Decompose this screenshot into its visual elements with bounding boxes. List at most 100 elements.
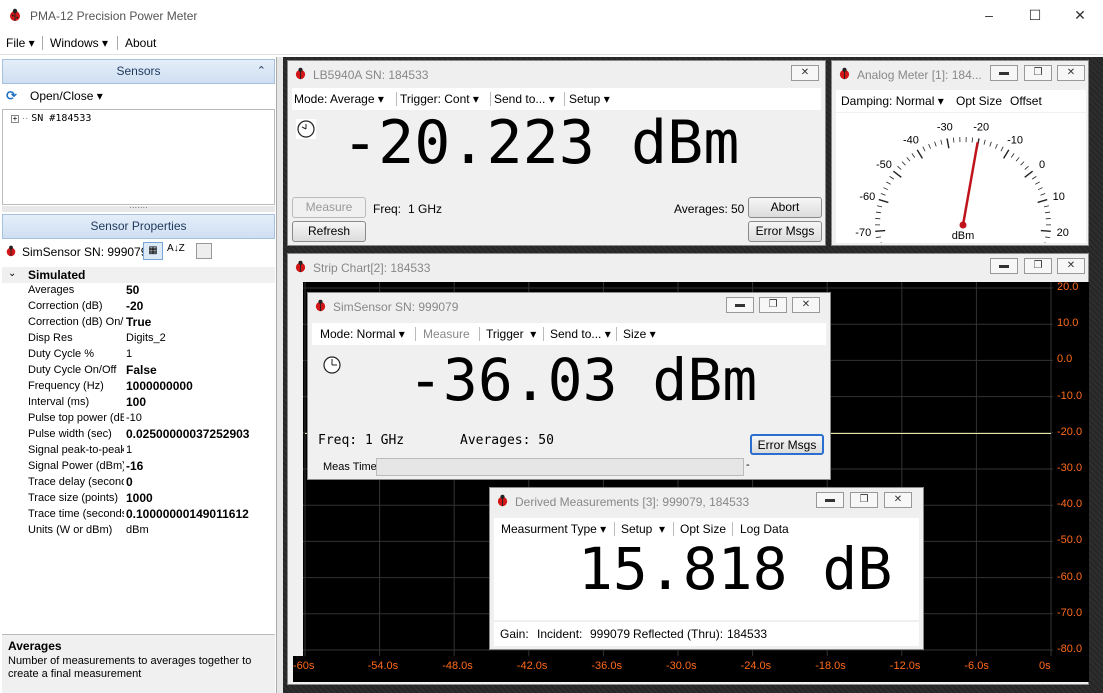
property-row[interactable]: Pulse width (sec) 0.02500000037252903: [2, 427, 275, 443]
refresh-button[interactable]: Refresh: [292, 221, 366, 242]
measurement-type-menu[interactable]: Measurment Type ▾: [501, 522, 606, 536]
minimize-icon[interactable]: –: [966, 4, 1012, 26]
property-row[interactable]: Correction (dB) -20: [2, 299, 275, 315]
categorized-icon[interactable]: ▦: [143, 242, 163, 260]
property-value[interactable]: True: [126, 315, 151, 329]
file-menu[interactable]: File ▾: [6, 36, 35, 50]
measure-menu[interactable]: Measure: [423, 327, 470, 341]
panel-splitter[interactable]: ·······: [2, 204, 275, 212]
property-row[interactable]: Pulse top power (dBm)-10: [2, 411, 275, 427]
setup-menu[interactable]: Setup ▾: [569, 92, 610, 106]
gauge-tick: [1040, 229, 1051, 232]
property-value[interactable]: -10: [126, 412, 142, 424]
close-icon[interactable]: ✕: [1057, 65, 1085, 81]
property-value[interactable]: -20: [126, 299, 143, 313]
property-row[interactable]: Trace size (points) 1000: [2, 491, 275, 507]
send-to-menu[interactable]: Send to... ▾: [494, 92, 555, 106]
send-to-menu[interactable]: Send to... ▾: [550, 327, 611, 341]
damping-menu[interactable]: Damping: Normal ▾: [841, 94, 944, 108]
close-icon[interactable]: ✕: [884, 492, 912, 508]
window-title: PMA-12 Precision Power Meter: [30, 9, 198, 23]
size-menu[interactable]: Size ▾: [623, 327, 656, 341]
tree-item-sensor[interactable]: + ·· SN #184533: [11, 113, 91, 124]
sensor-properties-header: Sensor Properties: [2, 214, 275, 239]
property-row[interactable]: Signal Power (dBm) -16: [2, 459, 275, 475]
trigger-menu[interactable]: Trigger: Cont ▾: [400, 92, 479, 106]
property-value[interactable]: 1000000000: [126, 379, 193, 393]
mode-menu[interactable]: Mode: Normal ▾: [320, 327, 405, 341]
property-value[interactable]: 1000: [126, 491, 153, 505]
property-row[interactable]: Correction (dB) On/OffTrue: [2, 315, 275, 331]
property-row[interactable]: Trace time (seconds) 0.10000000149011612: [2, 507, 275, 523]
property-row[interactable]: Disp Res Digits_2: [2, 331, 275, 347]
property-row[interactable]: Units (W or dBm) dBm: [2, 523, 275, 539]
property-row[interactable]: Duty Cycle On/Off False: [2, 363, 275, 379]
property-value[interactable]: 1: [126, 348, 132, 360]
property-value[interactable]: 1: [126, 444, 132, 456]
minimize-icon[interactable]: ▬: [816, 492, 844, 508]
property-row[interactable]: Interval (ms) 100: [2, 395, 275, 411]
expand-icon[interactable]: +: [11, 115, 19, 123]
minimize-icon[interactable]: ▬: [726, 297, 754, 313]
mode-menu[interactable]: Mode: Average ▾: [294, 92, 384, 106]
strip-chart-titlebar[interactable]: Strip Chart[2]: 184533 ▬ ❐ ✕: [288, 254, 1088, 280]
property-value[interactable]: 100: [126, 395, 146, 409]
restore-icon[interactable]: ❐: [850, 492, 878, 508]
property-value[interactable]: -16: [126, 459, 143, 473]
close-icon[interactable]: ✕: [791, 65, 819, 81]
property-value[interactable]: 0: [126, 475, 133, 489]
restore-icon[interactable]: ❐: [759, 297, 787, 313]
x-tick-label: -54.0s: [367, 660, 399, 672]
error-msgs-button[interactable]: Error Msgs: [748, 221, 822, 242]
maximize-icon[interactable]: ☐: [1012, 4, 1058, 26]
close-icon[interactable]: ✕: [1057, 4, 1103, 26]
trigger-menu[interactable]: Trigger ▾: [486, 327, 536, 341]
simsensor-titlebar[interactable]: SimSensor SN: 999079 ▬ ❐ ✕: [308, 293, 830, 319]
measure-button[interactable]: Measure: [292, 197, 366, 218]
about-menu[interactable]: About: [125, 36, 156, 50]
property-row[interactable]: Averages 50: [2, 283, 275, 299]
analog-meter-titlebar[interactable]: Analog Meter [1]: 184... ▬ ❐ ✕: [832, 61, 1088, 87]
freq-label: Freq:: [373, 202, 402, 216]
gauge-label: -40: [903, 135, 919, 147]
restore-icon[interactable]: ❐: [1024, 258, 1052, 274]
property-row[interactable]: Duty Cycle % 1: [2, 347, 275, 363]
lb5940a-titlebar[interactable]: LB5940A SN: 184533 ✕: [288, 61, 825, 87]
property-value[interactable]: 0.02500000037252903: [126, 427, 249, 441]
meas-time-dash: -: [746, 459, 750, 471]
x-tick-label: -42.0s: [516, 660, 548, 672]
log-data-menu[interactable]: Log Data: [740, 522, 789, 536]
property-row[interactable]: Frequency (Hz) 1000000000: [2, 379, 275, 395]
property-value[interactable]: Digits_2: [126, 332, 166, 344]
y-tick-label: -80.0: [1057, 643, 1083, 655]
derived-titlebar[interactable]: Derived Measurements [3]: 999079, 184533…: [490, 488, 923, 514]
property-value[interactable]: 50: [126, 283, 139, 297]
x-tick-label: -36.0s: [591, 660, 622, 672]
property-row[interactable]: Signal peak-to-peak 1: [2, 443, 275, 459]
close-icon[interactable]: ✕: [1057, 258, 1085, 274]
collapse-icon[interactable]: ⌃: [257, 60, 266, 83]
sort-alphabetical-icon[interactable]: A↓Z: [167, 243, 185, 254]
property-value[interactable]: 0.10000000149011612: [126, 507, 249, 521]
sensors-header: Sensors ⌃: [2, 59, 275, 84]
minimize-icon[interactable]: ▬: [990, 65, 1018, 81]
close-icon[interactable]: ✕: [792, 297, 820, 313]
opt-size-menu[interactable]: Opt Size: [956, 94, 1002, 108]
minimize-icon[interactable]: ▬: [990, 258, 1018, 274]
opt-size-menu[interactable]: Opt Size: [680, 522, 726, 536]
category-row[interactable]: ⌄ Simulated: [2, 267, 275, 283]
property-pages-icon[interactable]: [196, 243, 212, 259]
property-name: Signal Power (dBm): [28, 460, 124, 472]
restore-icon[interactable]: ❐: [1024, 65, 1052, 81]
ladybug-icon: [315, 299, 326, 312]
gauge-label: -60: [859, 191, 875, 203]
property-row[interactable]: Trace delay (seconds)0: [2, 475, 275, 491]
property-value[interactable]: False: [126, 363, 157, 377]
abort-button[interactable]: Abort: [748, 197, 822, 218]
offset-menu[interactable]: Offset: [1010, 94, 1042, 108]
collapse-icon[interactable]: ⌄: [8, 268, 16, 279]
windows-menu[interactable]: Windows ▾: [50, 36, 108, 50]
setup-menu[interactable]: Setup ▾: [621, 522, 665, 536]
property-value[interactable]: dBm: [126, 524, 149, 536]
error-msgs-button[interactable]: Error Msgs: [750, 434, 824, 455]
